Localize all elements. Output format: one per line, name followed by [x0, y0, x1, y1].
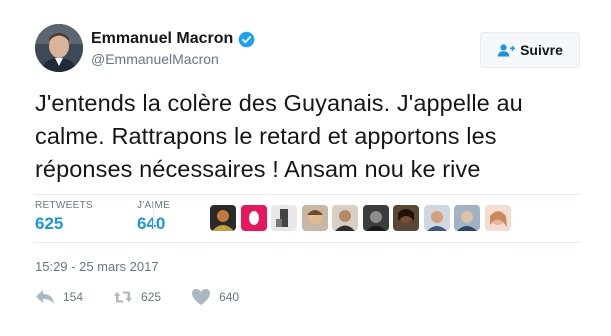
retweet-button[interactable]: 625 [113, 288, 161, 306]
tweet-header: Emmanuel Macron @EmmanuelMacron Suivre [35, 24, 580, 72]
follow-button-label: Suivre [520, 42, 563, 58]
tweet-stats: RETWEETS 625 J'AIME 640 [35, 200, 190, 236]
user-handle[interactable]: @EmmanuelMacron [91, 51, 255, 67]
liker-avatar[interactable] [484, 205, 511, 231]
user-fullname[interactable]: Emmanuel Macron [91, 30, 233, 48]
reply-button[interactable]: 154 [35, 288, 83, 306]
like-button[interactable]: 640 [191, 288, 239, 306]
retweets-label: RETWEETS [35, 200, 93, 211]
verified-badge-icon [238, 31, 255, 47]
user-name-block[interactable]: Emmanuel Macron @EmmanuelMacron [91, 30, 255, 67]
avatar-image [35, 24, 83, 72]
liker-avatar[interactable] [301, 205, 328, 231]
add-user-icon [497, 44, 516, 57]
retweet-icon [113, 291, 133, 303]
retweet-count: 625 [141, 290, 162, 304]
liker-avatar[interactable] [393, 205, 419, 231]
tweet-actions: 154 625 640 [35, 285, 269, 309]
liker-avatar[interactable] [210, 205, 236, 231]
profile-avatar[interactable] [35, 24, 83, 72]
tweet-text: J'entends la colère des Guyanais. J'appe… [35, 90, 523, 182]
liker-avatar[interactable] [362, 205, 389, 231]
heart-icon [192, 289, 211, 305]
reply-icon [36, 290, 54, 304]
follow-button[interactable]: Suivre [480, 32, 580, 68]
stats-separator [153, 201, 154, 233]
liker-avatars [210, 205, 515, 231]
retweets-stat[interactable]: RETWEETS 625 [35, 200, 93, 236]
liker-avatar[interactable] [454, 205, 480, 231]
liker-avatar[interactable] [240, 205, 267, 231]
retweets-count: 625 [35, 214, 64, 233]
divider-top [35, 194, 580, 195]
liker-avatar[interactable] [271, 205, 297, 231]
divider-bottom [35, 242, 580, 243]
liker-avatar[interactable] [332, 205, 358, 231]
tweet-timestamp[interactable]: 15:29 - 25 mars 2017 [35, 259, 159, 274]
like-count: 640 [219, 290, 240, 304]
reply-count: 154 [63, 290, 84, 304]
liker-avatar[interactable] [423, 205, 450, 231]
